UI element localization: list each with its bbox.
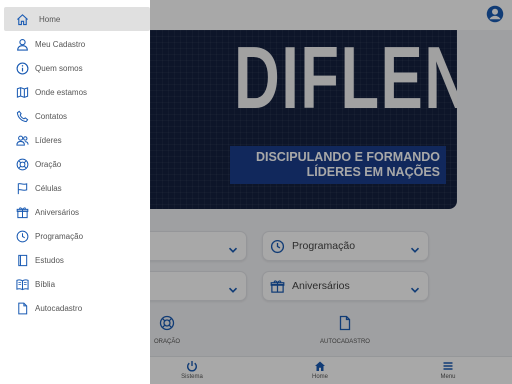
- drawer-item-home[interactable]: Home: [4, 7, 150, 31]
- drawer-item-biblia[interactable]: Bíblia: [0, 272, 150, 296]
- drawer-item-programacao[interactable]: Programação: [0, 224, 150, 248]
- navigation-drawer: Home Meu Cadastro Quem somos Onde estamo…: [0, 0, 150, 384]
- drawer-item-label: Onde estamos: [35, 87, 88, 97]
- phone-icon: [16, 110, 29, 123]
- drawer-item-label: Células: [35, 183, 62, 193]
- drawer-item-oracao[interactable]: Oração: [0, 152, 150, 176]
- drawer-item-lideres[interactable]: Líderes: [0, 128, 150, 152]
- person-icon: [16, 38, 29, 51]
- drawer-item-label: Programação: [35, 231, 84, 241]
- home-icon: [16, 13, 29, 26]
- drawer-item-celulas[interactable]: Células: [0, 176, 150, 200]
- people-icon: [16, 134, 29, 147]
- open-book-icon: [16, 278, 29, 291]
- drawer-item-label: Autocadastro: [35, 303, 83, 313]
- map-icon: [16, 86, 29, 99]
- drawer-item-label: Contatos: [35, 111, 68, 121]
- drawer-item-label: Líderes: [35, 135, 62, 145]
- drawer-item-onde-estamos[interactable]: Onde estamos: [0, 80, 150, 104]
- drawer-item-label: Estudos: [35, 255, 64, 265]
- book-icon: [16, 254, 29, 267]
- document-icon: [16, 302, 29, 315]
- drawer-item-label: Oração: [35, 159, 62, 169]
- gift-icon: [16, 206, 29, 219]
- drawer-item-label: Quem somos: [35, 63, 83, 73]
- drawer-item-label: Home: [39, 14, 61, 24]
- drawer-item-aniversarios[interactable]: Aniversários: [0, 200, 150, 224]
- flag-icon: [16, 182, 29, 195]
- clock-icon: [16, 230, 29, 243]
- drawer-item-label: Meu Cadastro: [35, 39, 86, 49]
- drawer-item-autocadastro[interactable]: Autocadastro: [0, 296, 150, 320]
- drawer-item-contatos[interactable]: Contatos: [0, 104, 150, 128]
- drawer-item-label: Aniversários: [35, 207, 80, 217]
- drawer-item-estudos[interactable]: Estudos: [0, 248, 150, 272]
- drawer-item-quem-somos[interactable]: Quem somos: [0, 56, 150, 80]
- info-icon: [16, 62, 29, 75]
- drawer-item-label: Bíblia: [35, 279, 56, 289]
- lifebuoy-icon: [16, 158, 29, 171]
- drawer-item-meu-cadastro[interactable]: Meu Cadastro: [0, 32, 150, 56]
